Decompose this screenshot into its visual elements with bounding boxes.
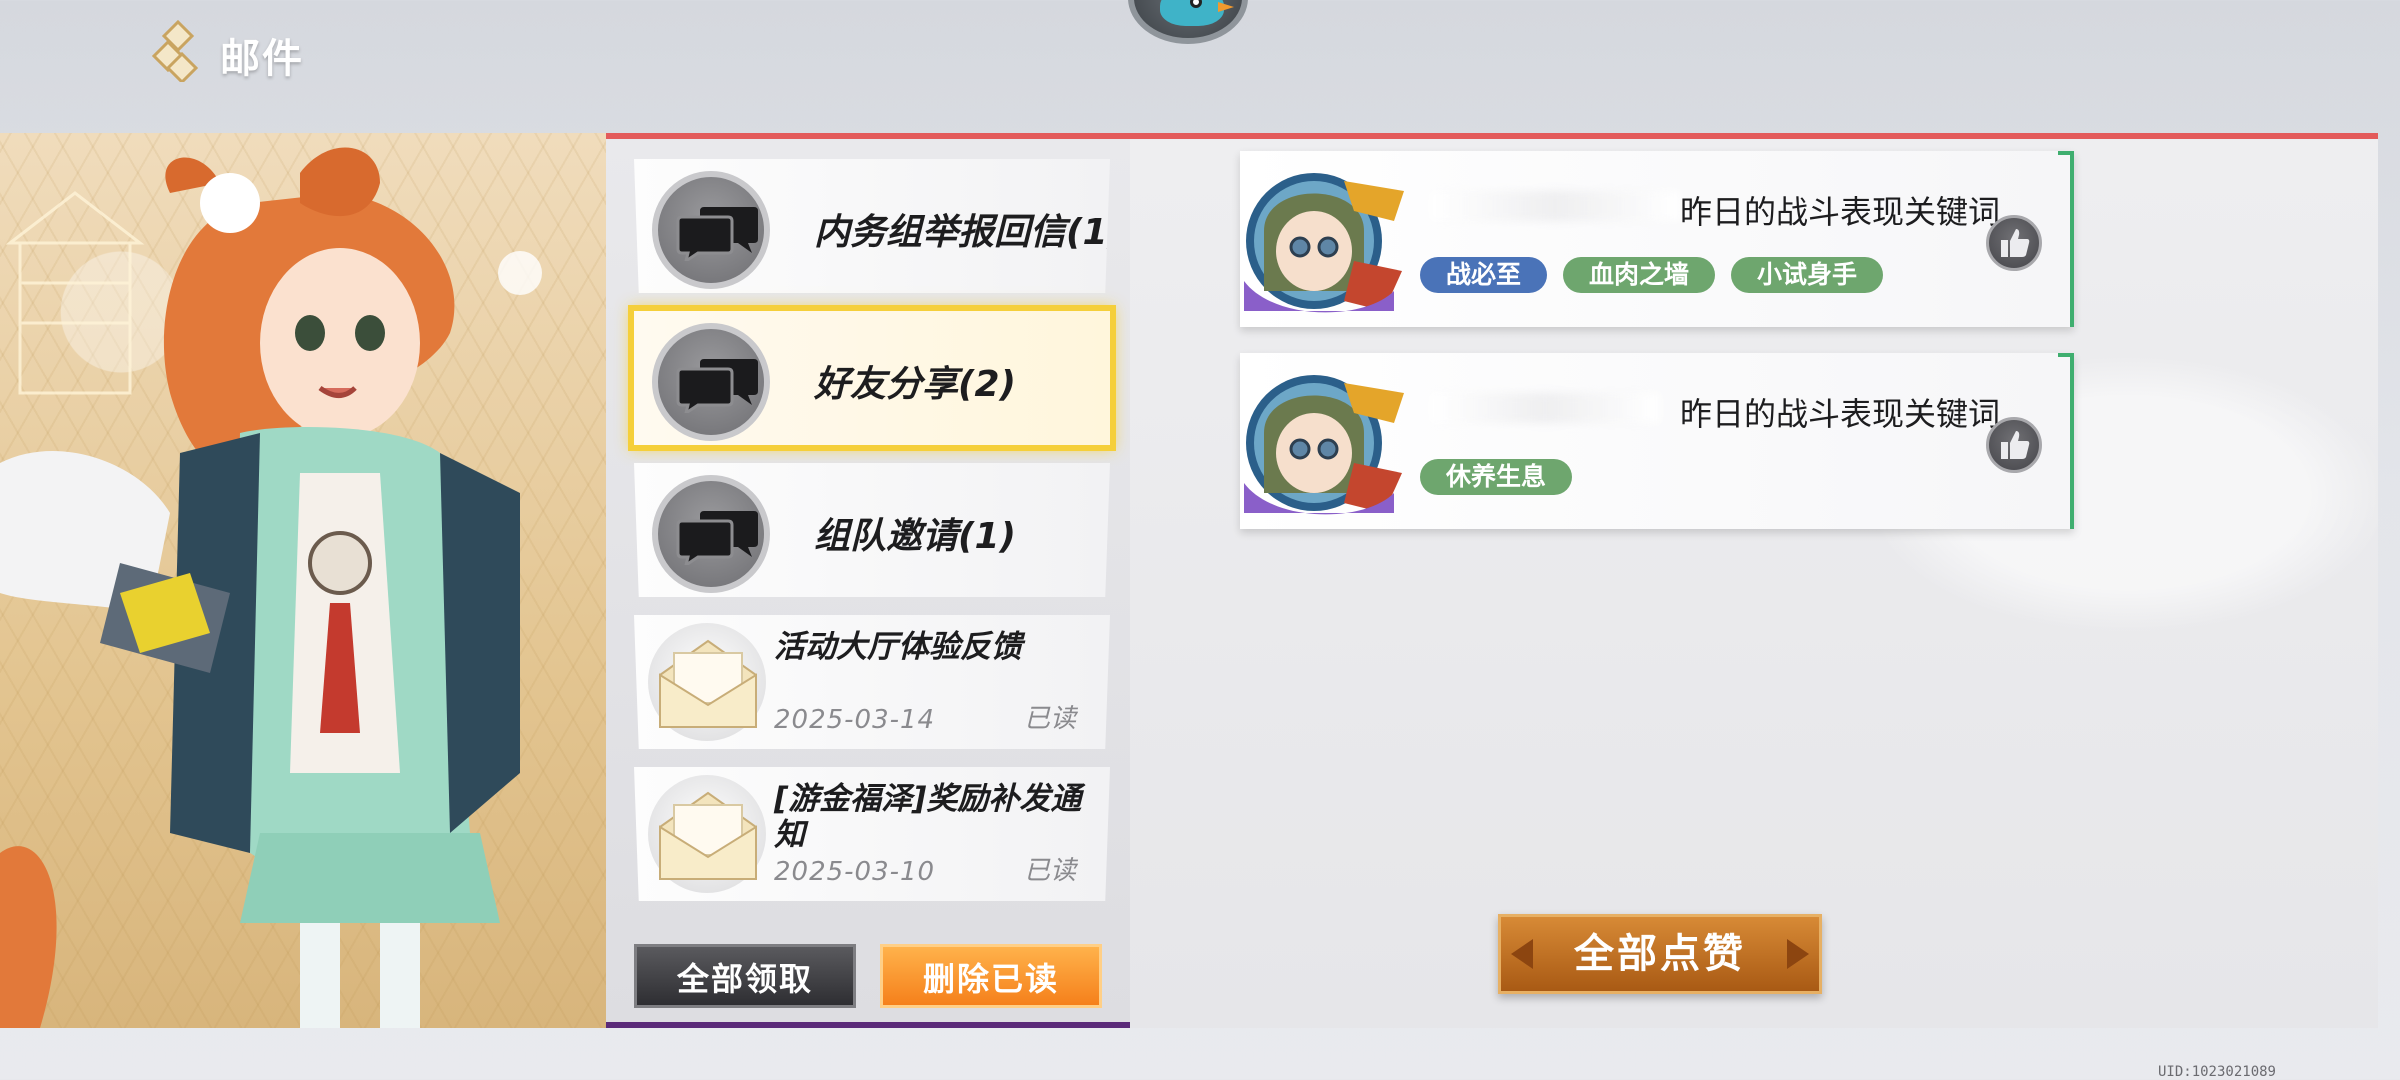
mail-title: [游金福泽]奖励补发通知: [774, 781, 1082, 853]
like-all-label: 全部点赞: [1574, 931, 1746, 977]
character-art: [0, 133, 606, 1028]
chevron-left-icon: [1511, 939, 1533, 969]
keyword-tags: 休养生息: [1420, 459, 1573, 495]
mail-title: 组队邀请(1): [814, 516, 1016, 557]
mail-list: 内务组举报回信(1) 好友分享(2) 组队邀请(1) 活动大厅体验反馈 2025…: [606, 133, 1130, 1028]
mail-diamond-icon: [151, 20, 199, 82]
mail-title: 活动大厅体验反馈: [774, 629, 1022, 665]
thumbs-up-icon: [2001, 431, 2030, 459]
mail-item-report-reply[interactable]: 内务组举报回信(1): [634, 159, 1110, 293]
keyword-tag: 战必至: [1420, 257, 1548, 293]
thumbs-up-icon: [2001, 229, 2030, 257]
mascot-button[interactable]: [1128, 0, 1248, 44]
player-name-blurred: [1430, 393, 1660, 423]
keyword-tag: 血肉之墙: [1563, 257, 1716, 293]
keyword-tag: 休养生息: [1420, 459, 1573, 495]
chat-icon: [652, 323, 770, 441]
top-bar: 邮件: [0, 0, 2400, 130]
mail-item-activity-feedback[interactable]: 活动大厅体验反馈 2025-03-14 已读: [634, 615, 1110, 749]
mail-date: 2025-03-10: [774, 857, 936, 887]
mail-detail: 昨日的战斗表现关键词 战必至 血肉之墙 小试身手 昨日的战斗表现关键词 休养生息…: [1130, 133, 2378, 1028]
mail-item-friend-share[interactable]: 好友分享(2): [628, 305, 1116, 451]
avatar: [1244, 375, 1404, 515]
chevron-right-icon: [1787, 939, 1809, 969]
chat-icon: [652, 171, 770, 289]
mail-title: 内务组举报回信(1): [814, 212, 1124, 253]
share-card: 昨日的战斗表现关键词 战必至 血肉之墙 小试身手: [1240, 151, 2074, 327]
share-card: 昨日的战斗表现关键词 休养生息: [1240, 353, 2074, 529]
mail-title: 好友分享(2): [814, 364, 1016, 405]
like-button[interactable]: [1986, 215, 2042, 271]
card-message: 昨日的战斗表现关键词: [1680, 395, 2001, 433]
envelope-icon: [648, 623, 766, 741]
page-title: 邮件: [220, 36, 304, 82]
keyword-tag: 小试身手: [1731, 257, 1884, 293]
like-all-button[interactable]: 全部点赞: [1498, 914, 1822, 994]
chat-icon: [652, 475, 770, 593]
envelope-icon: [648, 775, 766, 893]
delete-read-button[interactable]: 删除已读: [880, 944, 1102, 1008]
mail-date: 2025-03-14: [774, 705, 936, 735]
like-button[interactable]: [1986, 417, 2042, 473]
mail-item-reward-notice[interactable]: [游金福泽]奖励补发通知 2025-03-10 已读: [634, 767, 1110, 901]
mail-read-status: 已读: [1024, 704, 1077, 734]
claim-all-button[interactable]: 全部领取: [634, 944, 856, 1008]
mail-read-status: 已读: [1024, 856, 1077, 886]
keyword-tags: 战必至 血肉之墙 小试身手: [1420, 257, 1884, 293]
player-name-blurred: [1430, 191, 1680, 221]
card-message: 昨日的战斗表现关键词: [1680, 193, 2001, 231]
avatar: [1244, 173, 1404, 313]
mail-item-team-invite[interactable]: 组队邀请(1): [634, 463, 1110, 597]
uid-label: UID:1023021089: [2157, 1064, 2276, 1080]
